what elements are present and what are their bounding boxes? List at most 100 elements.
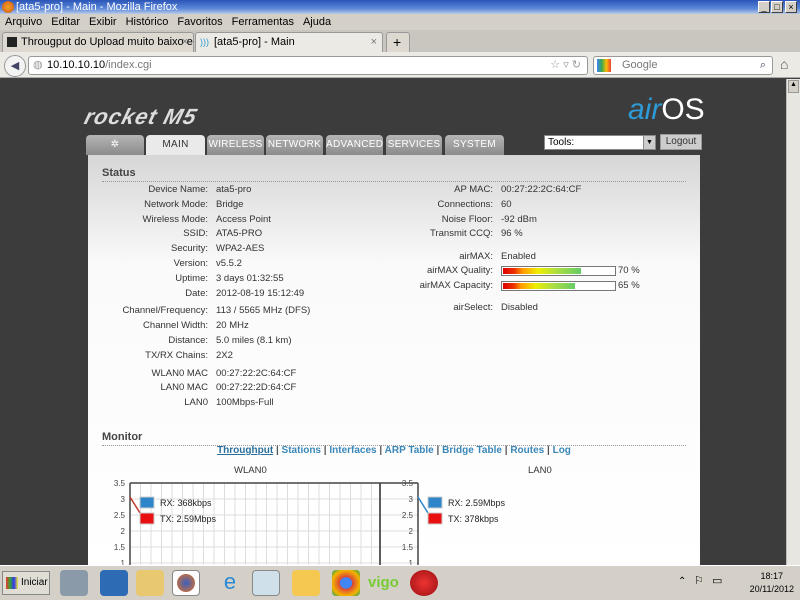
status-value: 2012-08-19 15:12:49 <box>216 287 305 299</box>
link-separator: | <box>379 445 383 456</box>
status-label: airMAX: <box>459 250 493 262</box>
search-input[interactable]: Google ⌕ <box>593 56 773 75</box>
status-label: airSelect: <box>453 302 493 314</box>
airos-os: OS <box>661 93 705 126</box>
tab-advanced[interactable]: ADVANCED <box>326 135 383 155</box>
monitor-link-stations[interactable]: Stations <box>282 445 321 456</box>
chevron-down-icon: ▼ <box>643 136 655 149</box>
minimize-button[interactable]: _ <box>758 1 770 13</box>
logout-button[interactable]: Logout <box>660 134 702 150</box>
explorer-icon[interactable] <box>136 570 164 596</box>
window-title: [ata5-pro] - Main - Mozilla Firefox <box>16 1 178 13</box>
tab-services[interactable]: SERVICES <box>386 135 442 155</box>
menu-exibir[interactable]: Exibir <box>89 16 117 28</box>
firefox-taskbar-icon[interactable] <box>172 570 200 596</box>
start-label: Iniciar <box>21 577 48 588</box>
menu-editar[interactable]: Editar <box>51 16 80 28</box>
menu-arquivo[interactable]: Arquivo <box>5 16 42 28</box>
status-value: 96 % <box>501 228 523 240</box>
legend-label: TX: 378kbps <box>448 514 499 524</box>
browser-tab[interactable]: Througput do Upload muito baixo em equ..… <box>2 32 194 52</box>
menu-bar: Arquivo Editar Exibir Histórico Favoritos Fer… <box>0 14 800 30</box>
legend-label: RX: 2.59Mbps <box>448 498 506 508</box>
status-label: Version: <box>173 258 208 269</box>
firefox-icon <box>2 1 14 13</box>
menu-ajuda[interactable]: Ajuda <box>303 16 331 28</box>
link-separator: | <box>504 445 508 456</box>
tab-label: [ata5-pro] - Main <box>214 36 295 48</box>
start-button[interactable]: Iniciar <box>2 571 50 595</box>
status-value: 20 MHz <box>216 320 249 332</box>
tools-select[interactable]: Tools: ▼ <box>544 135 656 150</box>
window-app-icon[interactable] <box>252 570 280 596</box>
series-line <box>417 496 429 514</box>
tab-system[interactable]: SYSTEM <box>445 135 504 155</box>
monitor-link-throughput[interactable]: Throughput <box>217 445 273 456</box>
home-icon[interactable]: ⌂ <box>780 56 788 72</box>
status-value: Access Point <box>216 213 271 225</box>
browser-tab-active[interactable]: ))) [ata5-pro] - Main × <box>195 32 383 52</box>
clock-date: 20/11/2012 <box>749 584 794 594</box>
site-icon <box>7 37 17 47</box>
status-label: Wireless Mode: <box>142 213 208 225</box>
flag-icon[interactable]: ⚐ <box>694 574 704 587</box>
y-tick-label: 1.5 <box>402 543 414 552</box>
status-label: Connections: <box>437 198 493 210</box>
bookmark-star-icon[interactable]: ☆ ▿ ↻ <box>550 57 581 74</box>
tab-wireless[interactable]: WIRELESS <box>207 135 264 155</box>
chrome-icon[interactable] <box>332 570 360 596</box>
monitor-link-bridge-table[interactable]: Bridge Table <box>442 445 502 456</box>
throughput-charts: 3.532.521.51RX: 368kbpsTX: 2.59Mbps3.532… <box>114 479 506 573</box>
monitor-link-routes[interactable]: Routes <box>510 445 544 456</box>
scroll-up-icon[interactable]: ▲ <box>788 80 799 93</box>
tab-main[interactable]: MAIN <box>146 135 205 156</box>
search-placeholder: Google <box>622 59 658 71</box>
taskbar: Iniciar e vigo ⌃ ⚐ ▭ 18:17 20/11/2012 <box>0 565 800 600</box>
network-icon[interactable]: ▭ <box>712 574 722 587</box>
tab-ubnt-logo[interactable]: ✲ <box>86 135 144 155</box>
legend-label: RX: 368kbps <box>160 498 212 508</box>
scrollbar[interactable]: ▲ <box>786 79 800 565</box>
status-value: Bridge <box>216 198 244 210</box>
network-app-icon[interactable] <box>60 570 88 596</box>
status-value: 3 days 01:32:55 <box>216 272 284 284</box>
navigation-bar: ◀ ◍ 10.10.10.10/index.cgi ☆ ▿ ↻ Google ⌕ ⌂ <box>0 52 800 78</box>
menu-ferramentas[interactable]: Ferramentas <box>232 16 294 28</box>
status-label: airMAX Capacity: <box>419 280 493 292</box>
globe-icon: ◍ <box>33 59 43 71</box>
legend-swatch <box>139 496 155 509</box>
ie-icon[interactable]: e <box>216 570 244 596</box>
tray-expand-icon[interactable]: ⌃ <box>678 576 686 587</box>
link-separator: | <box>323 445 327 456</box>
status-value: Disabled <box>501 302 538 314</box>
link-separator: | <box>436 445 440 456</box>
close-button[interactable]: × <box>785 1 797 13</box>
status-value: 65 % <box>618 280 640 292</box>
close-tab-icon[interactable]: × <box>182 36 188 48</box>
back-button[interactable]: ◀ <box>4 55 26 77</box>
legend-swatch <box>427 496 443 509</box>
airos-logo: airOS <box>628 93 705 127</box>
main-panel: Status Device Name: ata5-pro Network Mode:… <box>88 155 700 573</box>
tab-network[interactable]: NETWORK <box>266 135 323 155</box>
clock[interactable]: 18:17 20/11/2012 <box>750 570 794 596</box>
new-tab-button[interactable]: + <box>386 32 410 52</box>
maximize-button[interactable]: □ <box>771 1 783 13</box>
rss-icon: ))) <box>200 37 209 47</box>
url-bar[interactable]: ◍ 10.10.10.10/index.cgi ☆ ▿ ↻ <box>28 56 588 75</box>
browser-tabstrip: Througput do Upload muito baixo em equ..… <box>0 30 800 52</box>
vigo-icon[interactable]: vigo <box>368 570 399 596</box>
powershell-icon[interactable] <box>100 570 128 596</box>
status-value: WPA2-AES <box>216 243 265 255</box>
monitor-link-log[interactable]: Log <box>553 445 571 456</box>
app-red-icon[interactable] <box>410 570 438 596</box>
menu-favoritos[interactable]: Favoritos <box>177 16 222 28</box>
monitor-link-arp-table[interactable]: ARP Table <box>385 445 434 456</box>
monitor-link-interfaces[interactable]: Interfaces <box>329 445 376 456</box>
search-icon[interactable]: ⌕ <box>760 57 766 74</box>
outlook-icon[interactable] <box>292 570 320 596</box>
y-tick-label: 3 <box>409 495 414 504</box>
close-tab-icon[interactable]: × <box>371 36 377 48</box>
menu-historico[interactable]: Histórico <box>126 16 169 28</box>
status-label: Transmit CCQ: <box>430 228 493 240</box>
